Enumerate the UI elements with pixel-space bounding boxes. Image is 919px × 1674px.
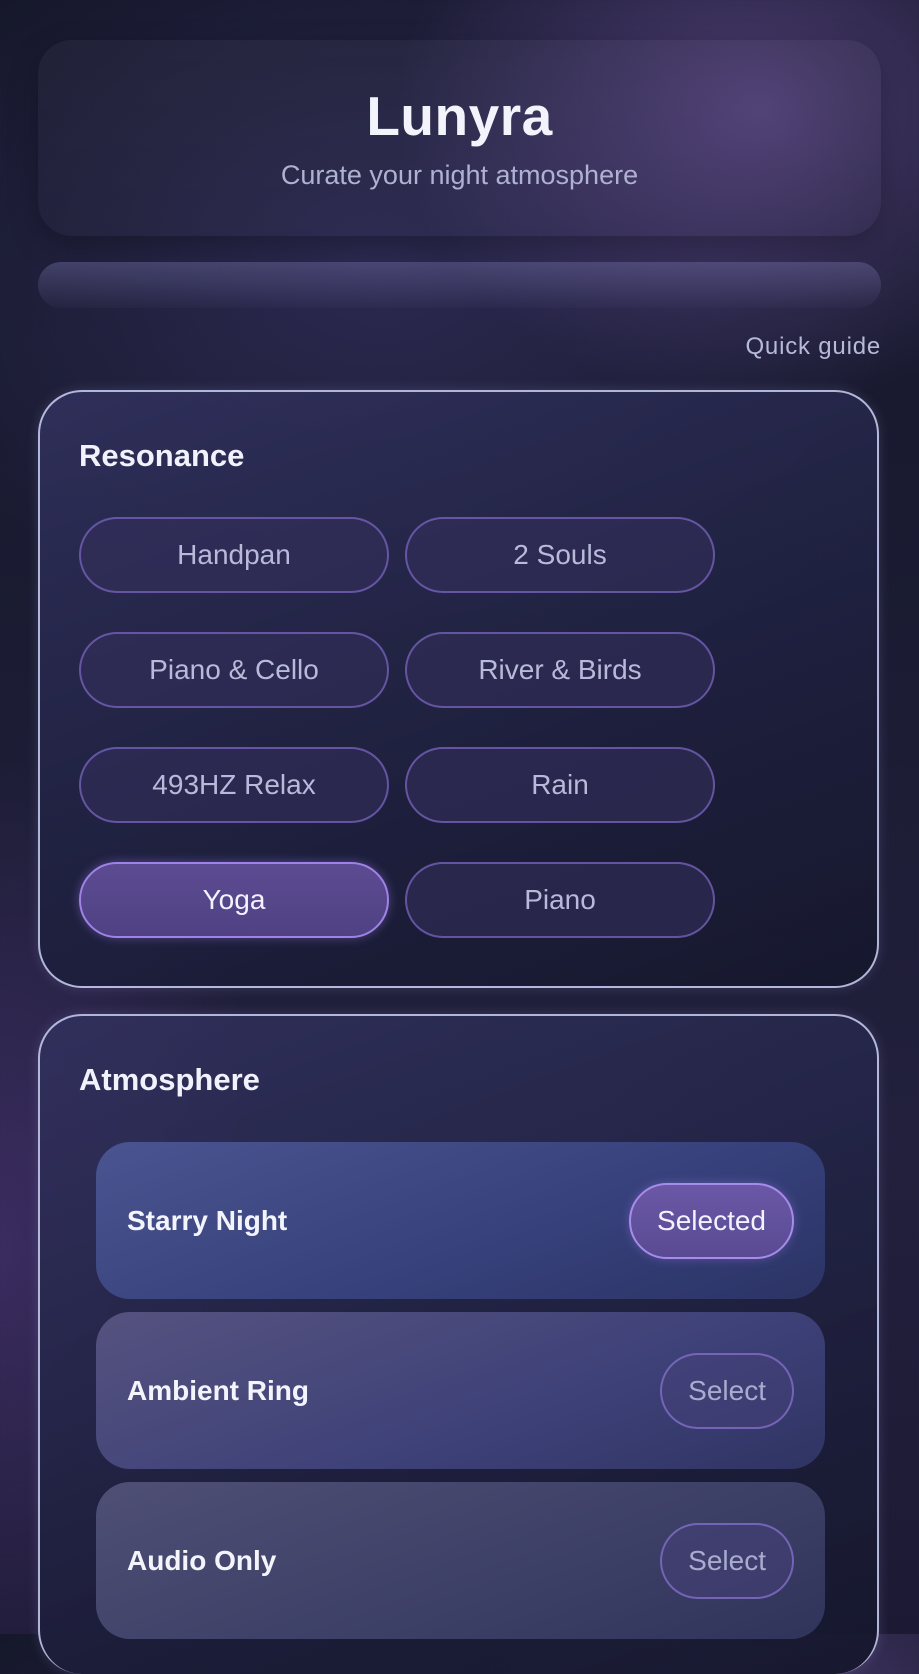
chip-handpan[interactable]: Handpan [79,517,389,593]
chip-yoga[interactable]: Yoga [79,862,389,938]
progress-track [38,262,881,308]
app-title: Lunyra [366,85,553,147]
resonance-panel: Resonance Handpan 2 Souls Piano & Cello … [38,390,879,988]
quick-guide-link[interactable]: Quick guide [745,333,881,361]
chip-piano[interactable]: Piano [405,862,715,938]
atmosphere-item-label: Starry Night [127,1204,288,1236]
chip-rain[interactable]: Rain [405,747,715,823]
atmosphere-item-label: Audio Only [127,1544,277,1576]
chip-493hz-relax[interactable]: 493HZ Relax [79,747,389,823]
atmosphere-item-audio-only[interactable]: Audio Only Select [96,1482,825,1639]
atmosphere-item-ambient-ring[interactable]: Ambient Ring Select [96,1312,825,1469]
ambient-ring-select-button[interactable]: Select [660,1352,794,1429]
atmosphere-list: Starry Night Selected Ambient Ring Selec… [96,1142,825,1652]
atmosphere-item-label: Ambient Ring [127,1374,309,1406]
chip-2-souls[interactable]: 2 Souls [405,517,715,593]
starry-night-select-button[interactable]: Selected [629,1182,794,1259]
atmosphere-panel: Atmosphere Starry Night Selected Ambient… [38,1014,879,1674]
chip-piano-cello[interactable]: Piano & Cello [79,632,389,708]
atmosphere-title: Atmosphere [79,1062,260,1097]
resonance-title: Resonance [79,438,245,473]
audio-only-select-button[interactable]: Select [660,1522,794,1599]
app-subtitle: Curate your night atmosphere [280,160,639,190]
resonance-chip-grid: Handpan 2 Souls Piano & Cello River & Bi… [79,517,715,938]
atmosphere-item-starry-night[interactable]: Starry Night Selected [96,1142,825,1299]
chip-river-birds[interactable]: River & Birds [405,632,715,708]
